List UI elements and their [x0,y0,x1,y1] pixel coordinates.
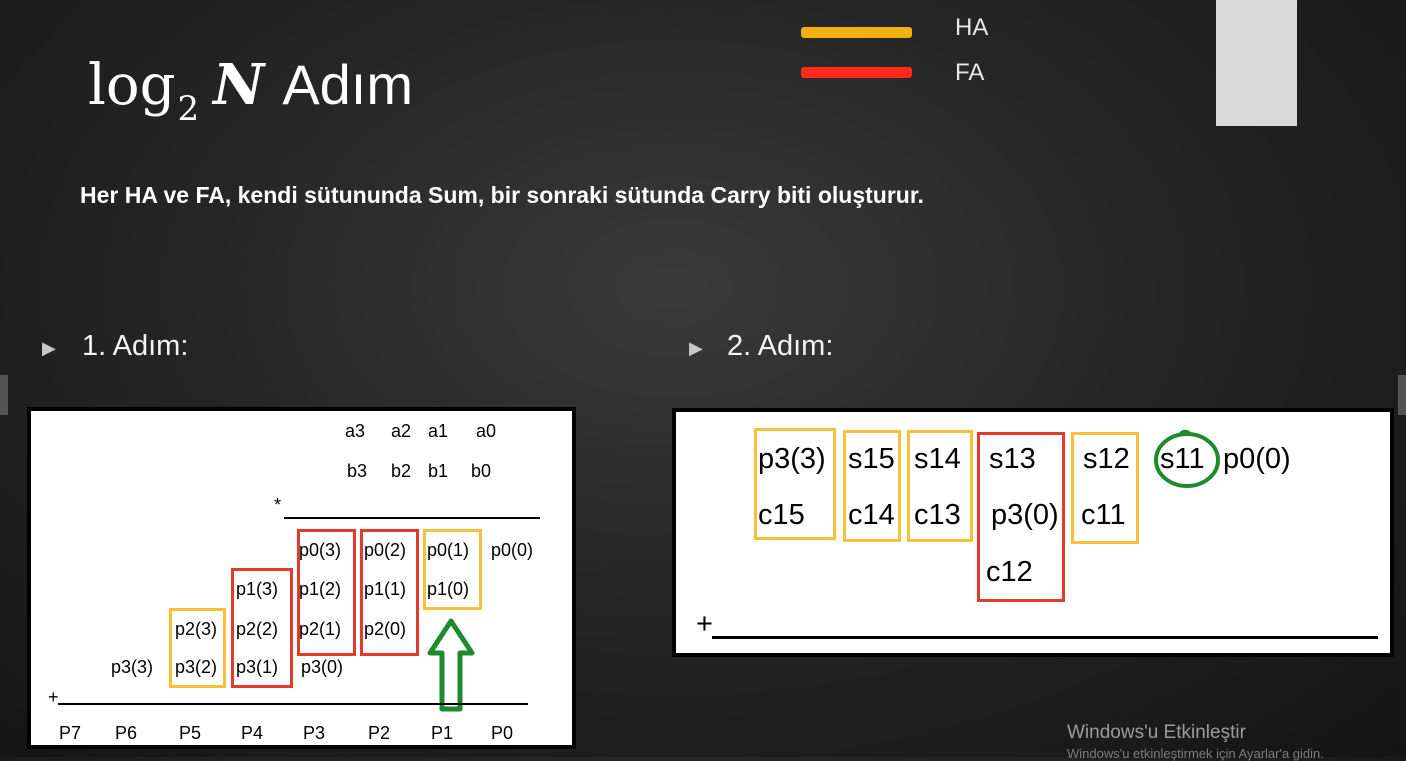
b-cell: b3 [347,461,368,481]
pp-cell: p3(0) [301,657,344,677]
step2-cell: s15 [848,443,895,475]
result-cell: P3 [303,723,326,743]
slide-title: log2 N Adım [88,52,414,129]
pp-cell: p0(0) [491,540,534,560]
pp-cell: p1(0) [427,579,470,599]
activation-watermark-title: Windows'u Etkinleştir [1067,722,1246,743]
pp-cell: p2(1) [299,619,342,639]
step2-cell: p3(0) [991,499,1059,531]
pp-cell: p3(3) [111,657,154,677]
pp-cell: p1(2) [299,579,342,599]
title-word: Adım [282,53,414,116]
step2-cell: s13 [989,443,1036,475]
pp-cell: p1(1) [364,579,407,599]
step2-cell: c14 [848,499,895,531]
b-cell: b0 [471,461,492,481]
green-up-arrow-icon [427,618,475,712]
plus-sign: + [696,608,713,640]
green-circle-highlight-icon [1154,429,1220,488]
a-cell: a1 [428,421,449,441]
pp-cell: p0(3) [299,540,342,560]
title-log: log [88,53,176,118]
title-variable: N [213,52,265,118]
pp-cell: p3(2) [175,657,218,677]
result-cell: P6 [115,723,138,743]
pp-cell: p2(2) [236,619,279,639]
play-triangle-icon: ▶ [689,338,703,359]
step1-label: 1. Adım: [82,330,189,362]
legend-fa-swatch [801,67,912,78]
a-cell: a3 [345,421,366,441]
multiply-sign: * [274,495,282,515]
result-cell: P1 [431,723,454,743]
sum-line [712,636,1378,639]
b-cell: b2 [391,461,412,481]
step2-cell: p3(3) [758,443,826,475]
step1-panel: a3 a2 a1 a0 b3 b2 b1 b0 * p0(3) p0(2) p0… [27,407,576,749]
pp-cell: p0(2) [364,540,407,560]
result-cell: P4 [241,723,264,743]
slide-description: Her HA ve FA, kendi sütununda Sum, bir s… [80,182,924,208]
step2-cell: p0(0) [1223,443,1291,475]
multiply-line [284,517,540,519]
step2-cell: s14 [914,443,961,475]
activation-watermark-subtitle: Windows'u etkinleştirmek için Ayarlar'a … [1067,746,1324,761]
step2-cell: s12 [1083,443,1130,475]
step2-cell: c15 [758,499,805,531]
pp-cell: p2(3) [175,619,218,639]
legend-ha-swatch [801,27,912,38]
gray-placeholder-box [1216,0,1297,126]
pp-cell: p0(1) [427,540,470,560]
result-cell: P7 [59,723,82,743]
pp-cell: p3(1) [236,657,279,677]
step2-cell: c11 [1081,499,1126,531]
legend-fa-label: FA [955,59,985,86]
result-cell: P5 [179,723,202,743]
result-cell: P2 [368,723,391,743]
plus-sign: + [48,687,59,707]
a-cell: a0 [476,421,497,441]
step2-label: 2. Adım: [727,330,834,362]
right-edge-handle [1398,375,1406,415]
step2-cell: c13 [914,499,961,531]
pp-cell: p1(3) [236,579,279,599]
step2-cell: c12 [986,556,1033,588]
legend-ha-label: HA [955,14,989,41]
sum-line [58,703,528,705]
step2-panel: p3(3) s15 s14 s13 s12 s11 p0(0) c15 c14 … [672,408,1394,657]
result-cell: P0 [491,723,514,743]
pp-cell: p2(0) [364,619,407,639]
left-edge-handle [0,375,8,415]
title-subscript: 2 [177,89,200,129]
b-cell: b1 [428,461,449,481]
a-cell: a2 [391,421,412,441]
play-triangle-icon: ▶ [42,338,56,359]
